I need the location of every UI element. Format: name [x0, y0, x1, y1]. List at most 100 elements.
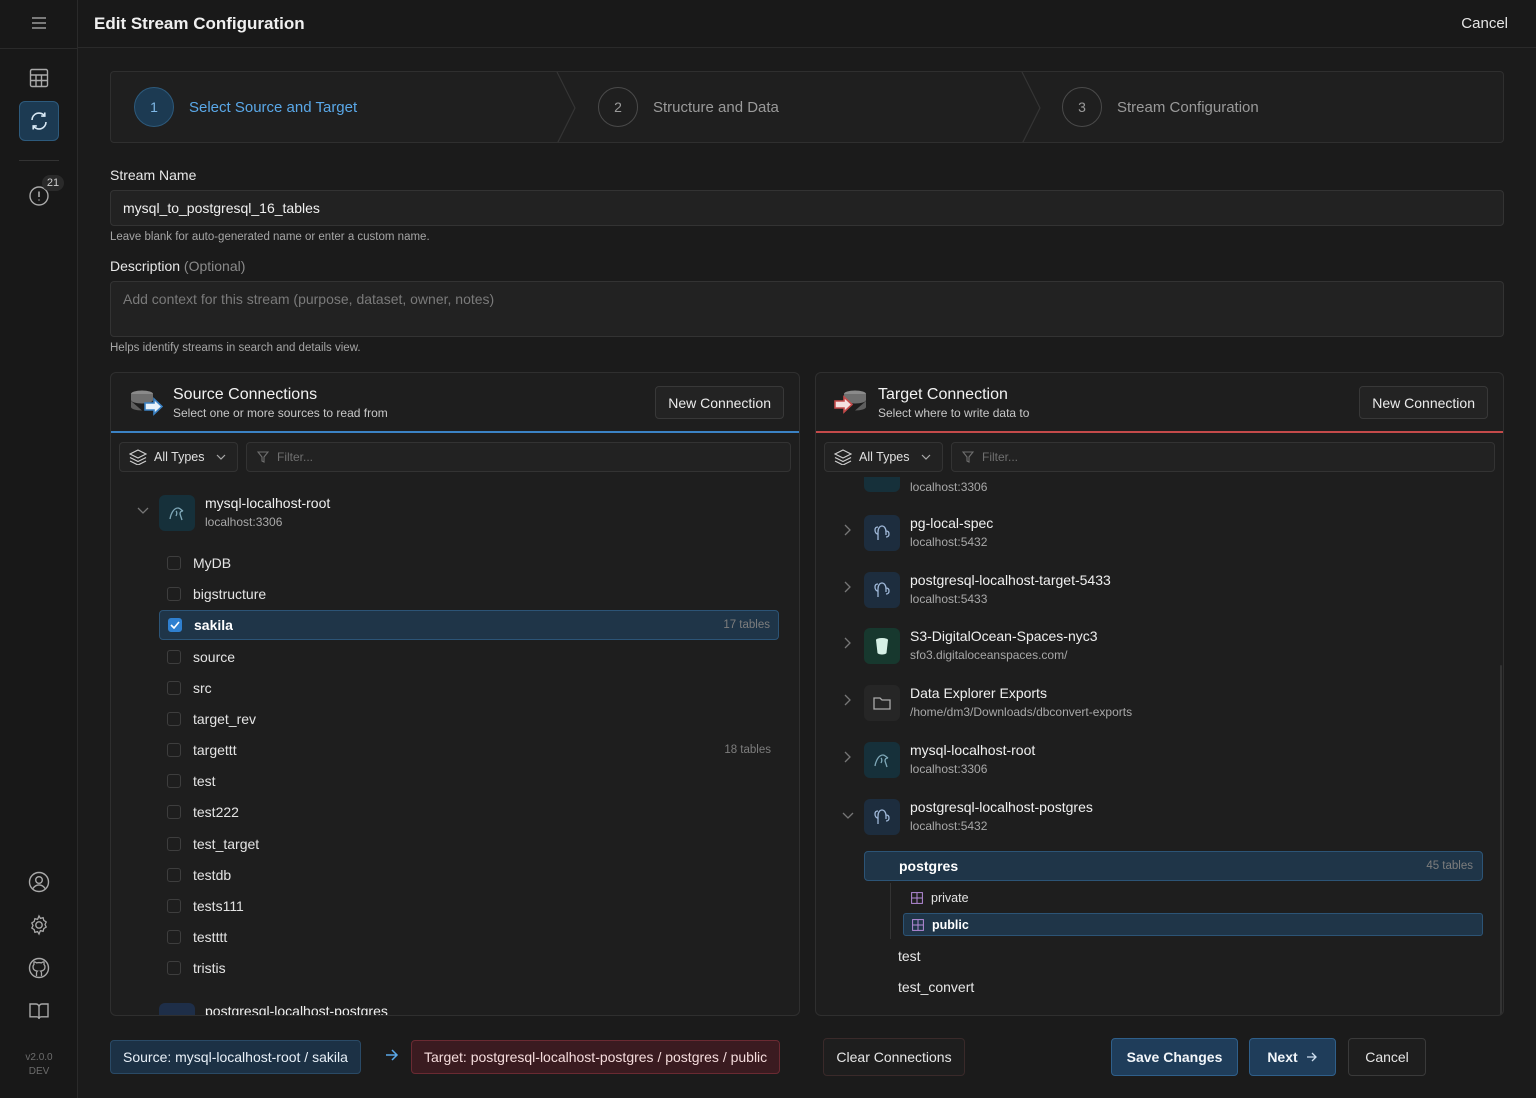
- description-textarea[interactable]: Add context for this stream (purpose, da…: [110, 281, 1504, 337]
- source-new-connection-button[interactable]: New Connection: [655, 386, 784, 419]
- sync-streams-icon[interactable]: [19, 101, 59, 141]
- database-item[interactable]: test: [159, 766, 779, 796]
- checkbox[interactable]: [167, 805, 181, 819]
- target-connection-expanded[interactable]: postgresql-localhost-postgres localhost:…: [816, 794, 1503, 844]
- description-label-text: Description: [110, 258, 181, 274]
- schema-grid-icon: [912, 918, 924, 931]
- checkbox[interactable]: [167, 650, 181, 664]
- step-divider: [1021, 72, 1041, 142]
- checkbox-checked[interactable]: [168, 618, 182, 632]
- target-connection-item[interactable]: pg-local-spec localhost:5432: [816, 510, 1503, 560]
- build-label: DEV: [28, 1066, 50, 1077]
- target-connection-panel: Target Connection Select where to write …: [815, 372, 1504, 1016]
- github-icon[interactable]: [19, 948, 59, 988]
- database-item[interactable]: targettt 18 tables: [159, 735, 779, 765]
- database-name: test_target: [193, 836, 260, 852]
- schema-item[interactable]: private: [903, 886, 1483, 909]
- step-label: Stream Configuration: [1117, 98, 1259, 116]
- chevron-right-icon[interactable]: [844, 694, 852, 706]
- chevron-down-icon[interactable]: [137, 507, 149, 515]
- target-database-item[interactable]: test: [864, 941, 1483, 971]
- next-button[interactable]: Next: [1249, 1038, 1336, 1076]
- checkbox[interactable]: [167, 587, 181, 601]
- step-2[interactable]: 2 Structure and Data: [598, 72, 779, 142]
- source-types-dropdown[interactable]: All Types: [119, 442, 238, 472]
- schema-item-selected[interactable]: public: [903, 913, 1483, 936]
- database-item[interactable]: bigstructure: [159, 579, 779, 609]
- table-count: 17 tables: [723, 619, 770, 631]
- folder-icon: [864, 685, 900, 721]
- database-item[interactable]: src: [159, 673, 779, 703]
- cancel-button[interactable]: Cancel: [1348, 1038, 1426, 1076]
- database-name: source: [193, 649, 236, 665]
- checkbox[interactable]: [167, 712, 181, 726]
- checkbox[interactable]: [167, 681, 181, 695]
- database-item[interactable]: test222: [159, 797, 779, 827]
- source-filter-input[interactable]: Filter...: [246, 442, 791, 472]
- checkbox[interactable]: [167, 930, 181, 944]
- connection-name: mysql-localhost-root: [910, 742, 1036, 758]
- database-item-selected[interactable]: sakila 17 tables: [159, 610, 779, 640]
- chevron-right-icon[interactable]: [844, 751, 852, 763]
- header-cancel-button[interactable]: Cancel: [1461, 15, 1508, 32]
- database-name: bigstructure: [193, 586, 267, 602]
- database-item[interactable]: testttt: [159, 922, 779, 952]
- save-changes-button[interactable]: Save Changes: [1111, 1038, 1238, 1076]
- checkbox[interactable]: [167, 899, 181, 913]
- target-connection-item[interactable]: mysql-localhost-root localhost:3306: [816, 737, 1503, 787]
- book-icon[interactable]: [19, 991, 59, 1031]
- clear-connections-button[interactable]: Clear Connections: [823, 1038, 965, 1076]
- target-connection-item[interactable]: postgresql-localhost-target-5433 localho…: [816, 567, 1503, 617]
- database-item[interactable]: MyDB: [159, 548, 779, 578]
- table-icon[interactable]: [19, 58, 59, 98]
- database-name: tristis: [193, 960, 226, 976]
- chevron-down-icon[interactable]: [842, 812, 854, 820]
- menu-icon[interactable]: [19, 3, 59, 43]
- settings-gear-icon[interactable]: [19, 905, 59, 945]
- database-item[interactable]: target_rev: [159, 704, 779, 734]
- database-name: test: [898, 948, 921, 964]
- target-connection-partial[interactable]: localhost:3306: [816, 477, 1503, 501]
- checkbox[interactable]: [167, 961, 181, 975]
- checkbox[interactable]: [167, 743, 181, 757]
- stream-name-input[interactable]: mysql_to_postgresql_16_tables: [110, 190, 1504, 226]
- target-new-connection-button[interactable]: New Connection: [1359, 386, 1488, 419]
- database-item[interactable]: test_target: [159, 829, 779, 859]
- checkbox[interactable]: [167, 868, 181, 882]
- target-database-item[interactable]: test_convert: [864, 972, 1483, 1002]
- arrow-right-icon: [385, 1048, 399, 1066]
- chevron-right-icon[interactable]: [844, 524, 852, 536]
- database-item[interactable]: testdb: [159, 860, 779, 890]
- database-item[interactable]: source: [159, 642, 779, 672]
- connection-host: localhost:5432: [910, 819, 988, 833]
- target-filter-input[interactable]: Filter...: [951, 442, 1495, 472]
- dialog-header: Edit Stream Configuration Cancel: [78, 0, 1536, 48]
- version-label: v2.0.0: [25, 1052, 53, 1063]
- notification-badge: 21: [42, 175, 64, 191]
- checkbox[interactable]: [167, 556, 181, 570]
- source-connection-postgres[interactable]: postgresql-localhost-postgres: [111, 989, 799, 1015]
- checkbox[interactable]: [167, 837, 181, 851]
- target-panel-title: Target Connection: [878, 386, 1008, 403]
- chevron-right-icon[interactable]: [844, 637, 852, 649]
- target-database-selected[interactable]: postgres 45 tables: [864, 851, 1483, 881]
- source-connection-mysql[interactable]: mysql-localhost-root localhost:3306: [111, 490, 799, 540]
- database-name: targettt: [193, 742, 237, 758]
- target-panel-header: Target Connection Select where to write …: [816, 373, 1503, 434]
- target-types-dropdown[interactable]: All Types: [824, 442, 943, 472]
- step-label: Structure and Data: [653, 98, 779, 116]
- step-1[interactable]: 1 Select Source and Target: [134, 72, 357, 142]
- step-3[interactable]: 3 Stream Configuration: [1062, 72, 1259, 142]
- checkbox[interactable]: [167, 774, 181, 788]
- database-item[interactable]: tristis: [159, 953, 779, 983]
- database-item[interactable]: tests111: [159, 891, 779, 921]
- chevron-right-icon[interactable]: [844, 581, 852, 593]
- scrollbar[interactable]: [1500, 665, 1502, 1015]
- database-name: test_convert: [898, 979, 975, 995]
- description-hint: Helps identify streams in search and det…: [110, 342, 361, 354]
- target-connection-item[interactable]: S3-DigitalOcean-Spaces-nyc3 sfo3.digital…: [816, 623, 1503, 673]
- connection-host: localhost:3306: [910, 480, 988, 494]
- target-connection-item[interactable]: Data Explorer Exports /home/dm3/Download…: [816, 680, 1503, 730]
- source-panel-header: Source Connections Select one or more so…: [111, 373, 799, 434]
- user-icon[interactable]: [19, 862, 59, 902]
